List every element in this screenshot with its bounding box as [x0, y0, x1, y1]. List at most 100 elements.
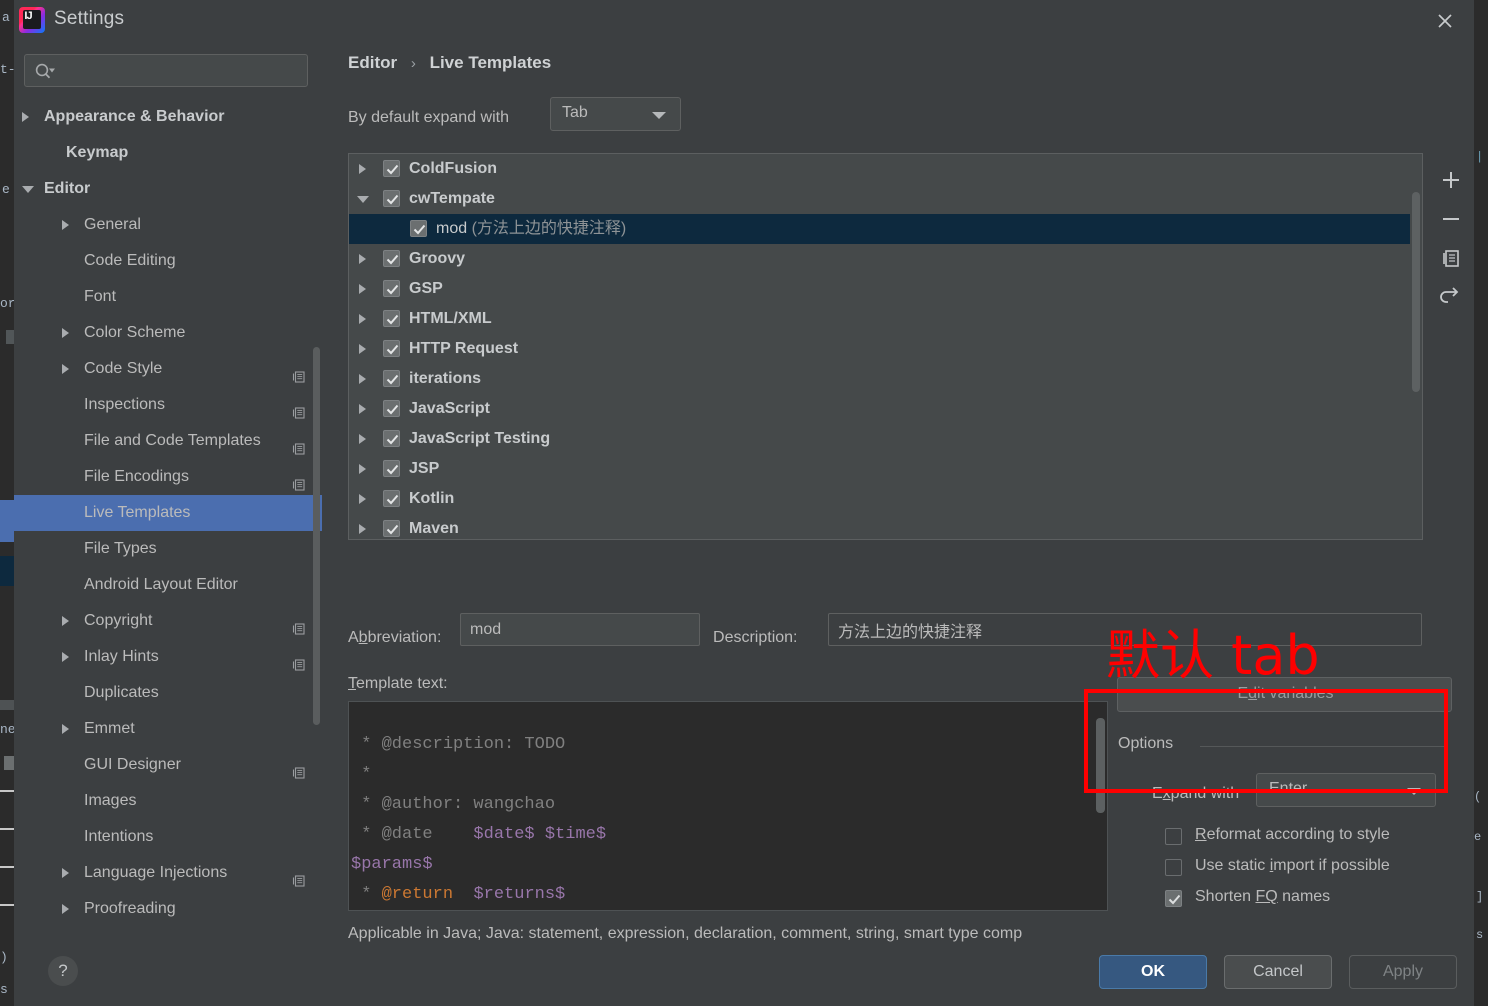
revert-button[interactable] — [1436, 282, 1466, 312]
sidebar-item-editor[interactable]: Editor — [14, 171, 322, 207]
template-enabled-checkbox[interactable] — [410, 220, 427, 237]
chevron-right-icon[interactable] — [62, 220, 69, 230]
search-input[interactable] — [61, 55, 305, 86]
sidebar-item-language-injections[interactable]: Language Injections — [14, 855, 322, 891]
abbreviation-field[interactable] — [460, 613, 700, 646]
template-list-row[interactable]: JSP — [349, 454, 1422, 484]
copy-button[interactable] — [1436, 243, 1466, 273]
template-list-row[interactable]: GSP — [349, 274, 1422, 304]
sidebar-item-font[interactable]: Font — [14, 279, 322, 315]
expand-with-dropdown[interactable]: Enter — [1256, 773, 1436, 807]
cancel-button[interactable]: Cancel — [1224, 955, 1332, 989]
sidebar-item-intentions[interactable]: Intentions — [14, 819, 322, 855]
chevron-right-icon[interactable] — [359, 314, 366, 324]
template-list-row[interactable]: HTTP Request — [349, 334, 1422, 364]
edit-variables-button[interactable]: Edit variables — [1117, 677, 1452, 712]
sidebar-item-appearance-behavior[interactable]: Appearance & Behavior — [14, 99, 322, 135]
template-enabled-checkbox[interactable] — [383, 310, 400, 327]
sidebar-item-copyright[interactable]: Copyright — [14, 603, 322, 639]
template-list-row[interactable]: iterations — [349, 364, 1422, 394]
template-list-row[interactable]: Groovy — [349, 244, 1422, 274]
template-enabled-checkbox[interactable] — [383, 430, 400, 447]
default-expand-dropdown[interactable]: Tab — [550, 97, 681, 131]
description-field[interactable] — [828, 613, 1422, 646]
sidebar-item-inlay-hints[interactable]: Inlay Hints — [14, 639, 322, 675]
sidebar-item-proofreading[interactable]: Proofreading — [14, 891, 322, 924]
static-import-checkbox[interactable]: Use static import if possible — [1165, 854, 1465, 884]
chevron-right-icon[interactable] — [22, 112, 29, 122]
chevron-right-icon[interactable] — [62, 652, 69, 662]
sidebar-item-file-types[interactable]: File Types — [14, 531, 322, 567]
chevron-right-icon[interactable] — [359, 464, 366, 474]
sidebar-item-live-templates[interactable]: Live Templates — [14, 495, 322, 531]
template-list-row[interactable]: JavaScript — [349, 394, 1422, 424]
chevron-right-icon[interactable] — [359, 524, 366, 534]
template-list-row[interactable]: HTML/XML — [349, 304, 1422, 334]
template-enabled-checkbox[interactable] — [383, 250, 400, 267]
breadcrumb-parent[interactable]: Editor — [348, 53, 397, 72]
chevron-right-icon[interactable] — [62, 904, 69, 914]
shorten-fq-names-checkbox[interactable]: Shorten FQ names — [1165, 885, 1465, 915]
sidebar-item-emmet[interactable]: Emmet — [14, 711, 322, 747]
template-enabled-checkbox[interactable] — [383, 160, 400, 177]
search-box[interactable] — [24, 54, 308, 87]
chevron-right-icon[interactable] — [359, 404, 366, 414]
sidebar-item-code-style[interactable]: Code Style — [14, 351, 322, 387]
template-list-row[interactable]: mod (方法上边的快捷注释) — [349, 214, 1422, 244]
add-button[interactable] — [1436, 165, 1466, 195]
chevron-right-icon[interactable] — [359, 434, 366, 444]
chevron-right-icon[interactable] — [62, 328, 69, 338]
list-scrollbar-thumb[interactable] — [1412, 192, 1420, 392]
template-list-row[interactable]: ColdFusion — [349, 154, 1422, 184]
template-enabled-checkbox[interactable] — [383, 400, 400, 417]
template-enabled-checkbox[interactable] — [383, 460, 400, 477]
template-text-scrollbar-thumb[interactable] — [1096, 718, 1105, 813]
chevron-down-icon[interactable] — [357, 196, 369, 208]
sidebar-item-gui-designer[interactable]: GUI Designer — [14, 747, 322, 783]
sidebar-item-general[interactable]: General — [14, 207, 322, 243]
reformat-checkbox[interactable]: Reformat according to style — [1165, 823, 1465, 853]
template-enabled-checkbox[interactable] — [383, 190, 400, 207]
chevron-right-icon[interactable] — [359, 164, 366, 174]
template-enabled-checkbox[interactable] — [383, 490, 400, 507]
live-templates-list[interactable]: ColdFusion cwTempate mod (方法上边的快捷注释) Groovy… — [348, 153, 1423, 540]
description-input[interactable] — [838, 614, 1412, 645]
abbreviation-input[interactable] — [470, 614, 690, 645]
template-list-row[interactable]: Kotlin — [349, 484, 1422, 514]
chevron-right-icon[interactable] — [359, 374, 366, 384]
chevron-down-icon[interactable] — [22, 186, 34, 198]
template-enabled-checkbox[interactable] — [383, 370, 400, 387]
list-scrollbar[interactable] — [1410, 154, 1422, 539]
template-enabled-checkbox[interactable] — [383, 340, 400, 357]
chevron-right-icon[interactable] — [359, 284, 366, 294]
ok-button[interactable]: OK — [1099, 955, 1207, 989]
template-text-editor[interactable]: * @description: TODO * * @author: wangch… — [348, 701, 1108, 911]
sidebar-item-android-layout-editor[interactable]: Android Layout Editor — [14, 567, 322, 603]
sidebar-scrollbar-thumb[interactable] — [313, 347, 320, 725]
sidebar-scrollbar[interactable] — [312, 99, 321, 924]
template-text-content[interactable]: * @description: TODO * * @author: wangch… — [349, 730, 1089, 910]
template-enabled-checkbox[interactable] — [383, 520, 400, 537]
sidebar-item-images[interactable]: Images — [14, 783, 322, 819]
template-list-row[interactable]: cwTempate — [349, 184, 1422, 214]
sidebar-item-inspections[interactable]: Inspections — [14, 387, 322, 423]
chevron-right-icon[interactable] — [62, 616, 69, 626]
sidebar-item-file-encodings[interactable]: File Encodings — [14, 459, 322, 495]
chevron-right-icon[interactable] — [62, 724, 69, 734]
sidebar-item-file-and-code-templates[interactable]: File and Code Templates — [14, 423, 322, 459]
remove-button[interactable] — [1436, 204, 1466, 234]
close-icon[interactable] — [1430, 6, 1460, 36]
chevron-right-icon[interactable] — [359, 254, 366, 264]
chevron-right-icon[interactable] — [62, 868, 69, 878]
apply-button[interactable]: Apply — [1349, 955, 1457, 989]
sidebar-item-keymap[interactable]: Keymap — [14, 135, 322, 171]
chevron-right-icon[interactable] — [359, 494, 366, 504]
template-list-row[interactable]: Maven — [349, 514, 1422, 539]
template-text-scrollbar[interactable] — [1094, 702, 1107, 910]
template-list-row[interactable]: JavaScript Testing — [349, 424, 1422, 454]
sidebar-item-code-editing[interactable]: Code Editing — [14, 243, 322, 279]
sidebar-item-color-scheme[interactable]: Color Scheme — [14, 315, 322, 351]
sidebar-item-duplicates[interactable]: Duplicates — [14, 675, 322, 711]
chevron-right-icon[interactable] — [62, 364, 69, 374]
template-enabled-checkbox[interactable] — [383, 280, 400, 297]
